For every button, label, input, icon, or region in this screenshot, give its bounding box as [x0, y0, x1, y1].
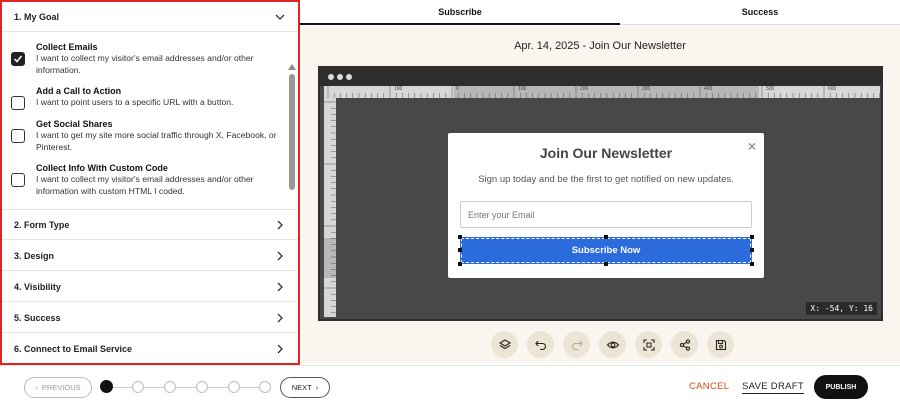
resize-handle[interactable]: [604, 235, 608, 239]
window-dot: [346, 74, 352, 80]
resize-handle[interactable]: [458, 235, 462, 239]
checkbox-custom-code[interactable]: [11, 173, 25, 187]
ruler-label: 300: [642, 86, 651, 92]
step-dot-3[interactable]: [164, 381, 176, 393]
ruler-label: 500: [766, 86, 775, 92]
checkbox-call-to-action[interactable]: [11, 96, 25, 110]
goal-description: I want to get my site more social traffi…: [36, 130, 277, 152]
next-button[interactable]: NEXT ›: [280, 377, 330, 398]
chevron-right-icon: [277, 344, 283, 354]
vertical-ruler[interactable]: [324, 98, 336, 317]
ruler-label: 600: [828, 86, 837, 92]
chevron-right-icon: ›: [315, 383, 319, 392]
redo-button[interactable]: [563, 331, 590, 358]
scrollbar-thumb[interactable]: [289, 74, 295, 190]
preview-eye-icon: [606, 341, 619, 348]
chevron-down-icon: [275, 14, 285, 20]
checkmark-icon: [13, 55, 23, 63]
next-label: NEXT: [291, 383, 312, 392]
step-dot-1[interactable]: [100, 380, 113, 393]
checkbox-collect-emails[interactable]: [11, 52, 25, 66]
window-dot: [328, 74, 334, 80]
resize-handle[interactable]: [750, 248, 754, 252]
previous-button[interactable]: ‹ PREVIOUS: [24, 377, 92, 398]
goal-description: I want to collect my visitor's email add…: [36, 174, 254, 196]
resize-handle[interactable]: [458, 262, 462, 266]
cancel-button[interactable]: CANCEL: [689, 381, 729, 392]
undo-button[interactable]: [527, 331, 554, 358]
tab-success[interactable]: Success: [620, 0, 900, 25]
step-dot-4[interactable]: [196, 381, 208, 393]
cursor-coordinates: X: -54, Y: 16: [806, 302, 877, 315]
section-design[interactable]: 3. Design: [2, 241, 298, 271]
save-draft-button[interactable]: SAVE DRAFT: [742, 381, 804, 394]
ruler-label: 200: [580, 86, 589, 92]
section-connect-email-service[interactable]: 6. Connect to Email Service: [2, 334, 298, 363]
publish-button[interactable]: PUBLISH: [814, 375, 868, 399]
step-dot-5[interactable]: [228, 381, 240, 393]
chevron-left-icon: ‹: [35, 383, 38, 392]
step-dot-6[interactable]: [259, 381, 271, 393]
share-icon: [679, 338, 690, 351]
section-label: 4. Visibility: [14, 281, 61, 292]
section-success[interactable]: 5. Success: [2, 303, 298, 333]
goal-title: Collect Emails: [36, 42, 98, 52]
horizontal-ruler[interactable]: 100 0 100 200 300 400 500 600: [324, 86, 880, 98]
ruler-label: 100: [518, 86, 527, 92]
resize-handle[interactable]: [750, 235, 754, 239]
redo-icon: [571, 340, 583, 350]
popup-subtitle[interactable]: Sign up today and be the first to get no…: [448, 174, 764, 185]
subscribe-now-button[interactable]: Subscribe Now: [460, 237, 752, 264]
section-visibility[interactable]: 4. Visibility: [2, 272, 298, 302]
preview-titlebar: [320, 68, 881, 86]
newsletter-popup[interactable]: × Join Our Newsletter Sign up today and …: [448, 133, 764, 278]
resize-handle[interactable]: [458, 248, 462, 252]
section-label: 3. Design: [14, 250, 55, 261]
chevron-right-icon: [277, 251, 283, 261]
popup-title[interactable]: Join Our Newsletter: [448, 145, 764, 161]
resize-handle[interactable]: [750, 262, 754, 266]
fit-screen-icon: [642, 338, 655, 351]
layers-icon: [498, 338, 511, 349]
checkbox-social-shares[interactable]: [11, 129, 25, 143]
editor-sidebar: 1. My Goal Collect Emails I want to coll…: [0, 0, 300, 365]
undo-icon: [534, 340, 546, 350]
save-icon: [715, 339, 726, 350]
goal-title: Add a Call to Action: [36, 86, 122, 96]
email-field[interactable]: Enter your Email: [460, 201, 752, 228]
goal-title: Collect Info With Custom Code: [36, 163, 168, 173]
ruler-label: 0: [456, 86, 459, 92]
step-progress-line: [107, 387, 267, 388]
ruler-ticks: [324, 101, 336, 314]
step-dot-2[interactable]: [132, 381, 144, 393]
resize-handle[interactable]: [604, 262, 608, 266]
page-title: Apr. 14, 2025 - Join Our Newsletter: [514, 40, 686, 52]
chevron-right-icon: [277, 313, 283, 323]
chevron-right-icon: [277, 282, 283, 292]
previous-label: PREVIOUS: [41, 383, 81, 392]
save-button[interactable]: [707, 331, 734, 358]
section-form-type[interactable]: 2. Form Type: [2, 210, 298, 240]
section-label: 5. Success: [14, 312, 61, 323]
goal-description: I want to collect my visitor's email add…: [36, 53, 254, 75]
goal-title: Get Social Shares: [36, 119, 113, 129]
layers-button[interactable]: [491, 331, 518, 358]
share-button[interactable]: [671, 331, 698, 358]
section-label: 2. Form Type: [14, 219, 70, 230]
section-my-goal-label: 1. My Goal: [14, 11, 60, 22]
section-my-goal[interactable]: 1. My Goal: [2, 2, 298, 32]
chevron-right-icon: [277, 220, 283, 230]
scroll-up-arrow-icon[interactable]: [288, 64, 296, 70]
goal-description: I want to point users to a specific URL …: [36, 97, 234, 107]
fit-screen-button[interactable]: [635, 331, 662, 358]
section-label: 6. Connect to Email Service: [14, 344, 133, 354]
ruler-label: 100: [394, 86, 403, 92]
ruler-ticks: [327, 86, 880, 98]
tab-subscribe[interactable]: Subscribe: [300, 0, 620, 25]
goal-options-list: Collect Emails I want to collect my visi…: [2, 32, 298, 210]
preview-button[interactable]: [599, 331, 626, 358]
window-dot: [337, 74, 343, 80]
ruler-label: 400: [704, 86, 713, 92]
